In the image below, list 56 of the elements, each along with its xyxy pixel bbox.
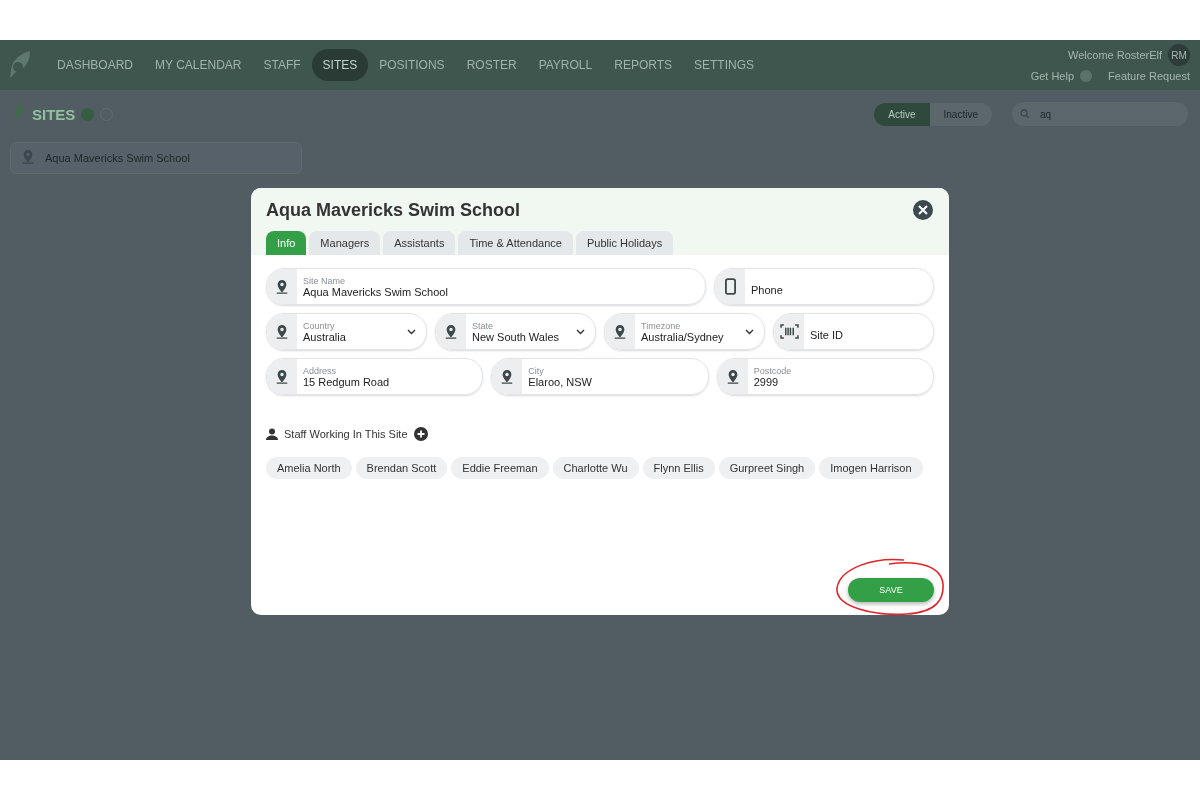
nav-tab[interactable]: MY CALENDAR <box>144 49 253 81</box>
pin-icon <box>21 149 35 165</box>
pin-icon <box>275 278 289 295</box>
tab[interactable]: Time & Attendance <box>458 231 573 255</box>
close-button[interactable] <box>913 200 933 220</box>
pin-icon <box>275 368 289 385</box>
chevron-down-icon <box>407 328 416 335</box>
nav-tab[interactable]: SITES <box>311 49 369 81</box>
input-field[interactable]: Site ID <box>773 313 934 350</box>
dialog-title: Aqua Mavericks Swim School <box>266 200 521 221</box>
nav-tab[interactable]: PAYROLL <box>527 49 604 81</box>
nav-tab[interactable]: STAFF <box>252 49 312 81</box>
pin-icon <box>613 323 627 340</box>
welcome-text: Welcome RosterElf <box>1068 49 1162 61</box>
staff-chip[interactable]: Brendan Scott <box>355 457 448 479</box>
nav-tab[interactable]: REPORTS <box>603 49 683 81</box>
help-link[interactable]: Get Help <box>1030 70 1075 82</box>
page-title: SITES <box>32 105 76 123</box>
staff-chip[interactable]: Charlotte Wu <box>552 457 639 479</box>
staff-chip[interactable]: Amelia North <box>266 457 352 479</box>
staff-chip[interactable]: Imogen Harrison <box>819 457 923 479</box>
tab[interactable]: Assistants <box>383 231 456 255</box>
select-field[interactable]: State New South Wales <box>435 313 596 350</box>
staff-chip[interactable]: Flynn Ellis <box>642 457 715 479</box>
logo-icon <box>8 50 32 80</box>
chevron-down-icon <box>576 328 585 335</box>
input-field[interactable]: Site Name Aqua Mavericks Swim School <box>266 268 706 305</box>
barcode-icon <box>779 324 799 339</box>
chevron-down-icon <box>745 328 754 335</box>
pin-icon <box>725 368 740 385</box>
staff-chip[interactable]: Gurpreet Singh <box>718 457 816 479</box>
tab[interactable]: Managers <box>309 231 381 255</box>
select-field[interactable]: Timezone Australia/Sydney <box>604 313 765 350</box>
tab[interactable]: Public Holidays <box>575 231 674 255</box>
pin-icon <box>275 323 289 340</box>
search-icon <box>1020 109 1030 119</box>
input-field[interactable]: Postcode 2999 <box>716 358 934 395</box>
staff-chip[interactable]: Eddie Freeman <box>451 457 549 479</box>
phone-icon <box>724 278 736 295</box>
input-field[interactable]: Phone <box>714 268 934 305</box>
input-field[interactable]: City Elaroo, NSW <box>491 358 709 395</box>
pin-icon <box>444 323 458 340</box>
close-icon <box>918 205 928 215</box>
input-field[interactable]: Address 15 Redgum Road <box>266 358 484 395</box>
person-icon <box>266 428 278 440</box>
nav-tab[interactable]: ROSTER <box>455 49 528 81</box>
nav-tab[interactable]: DASHBOARD <box>46 49 144 81</box>
location-pin-icon <box>12 104 26 120</box>
nav-tab[interactable]: SETTINGS <box>683 49 766 81</box>
filter-toggle[interactable]: Active <box>874 102 930 126</box>
select-field[interactable]: Country Australia <box>266 313 427 350</box>
nav-tab[interactable]: POSITIONS <box>368 49 456 81</box>
feature-request-link[interactable]: Feature Request <box>1108 70 1190 82</box>
section-heading: Staff Working In This Site <box>284 428 408 440</box>
pin-icon <box>500 368 515 385</box>
user-avatar[interactable]: RM <box>1168 44 1190 66</box>
